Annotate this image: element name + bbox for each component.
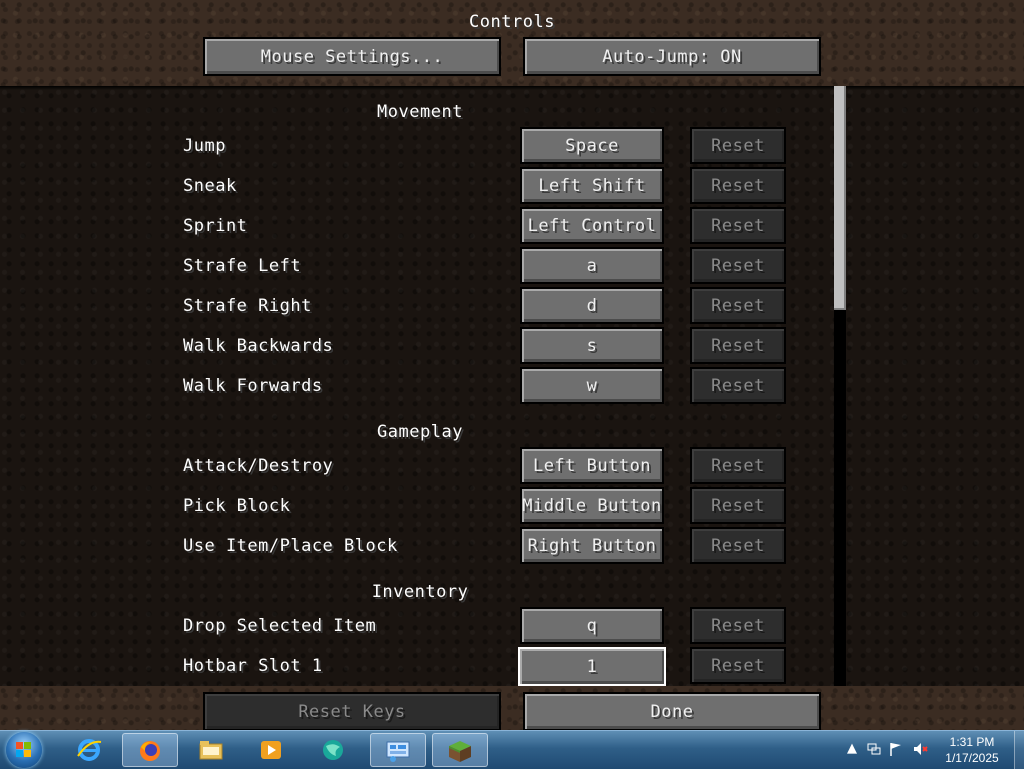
file-explorer-icon bbox=[199, 741, 223, 760]
key-bindings-list[interactable]: Movement Jump Space Reset Sneak Left Shift Res… bbox=[0, 86, 1024, 686]
keybind-label-drop-selected-item: Drop Selected Item bbox=[183, 616, 377, 636]
reset-button-sprint[interactable]: Reset bbox=[690, 207, 786, 244]
taskbar-app-control-panel[interactable] bbox=[370, 733, 426, 767]
clock-date: 1/17/2025 bbox=[945, 751, 999, 765]
keybind-label-walk-backwards: Walk Backwards bbox=[183, 336, 334, 356]
reset-button-hotbar-slot-1[interactable]: Reset bbox=[690, 647, 786, 684]
taskbar-app-minecraft[interactable] bbox=[432, 733, 488, 767]
globe-app-icon bbox=[323, 740, 343, 760]
keybind-button-use-item-place-block[interactable]: Right Button bbox=[520, 527, 664, 564]
media-player-icon bbox=[261, 741, 281, 759]
keybind-label-strafe-left: Strafe Left bbox=[183, 256, 302, 276]
reset-button-strafe-right[interactable]: Reset bbox=[690, 287, 786, 324]
reset-button-strafe-left[interactable]: Reset bbox=[690, 247, 786, 284]
firefox-icon bbox=[140, 741, 160, 761]
action-center-flag-icon[interactable] bbox=[888, 741, 904, 757]
show-hidden-icons-icon[interactable]: ▲ bbox=[844, 741, 860, 757]
taskbar-app-ie[interactable] bbox=[62, 733, 118, 767]
keybind-button-sneak[interactable]: Left Shift bbox=[520, 167, 664, 204]
keybind-label-sprint: Sprint bbox=[183, 216, 248, 236]
reset-button-attack-destroy[interactable]: Reset bbox=[690, 447, 786, 484]
keybind-label-use-item-place-block: Use Item/Place Block bbox=[183, 536, 398, 556]
keybind-button-attack-destroy[interactable]: Left Button bbox=[520, 447, 664, 484]
section-header-movement: Movement bbox=[377, 102, 463, 122]
reset-button-pick-block[interactable]: Reset bbox=[690, 487, 786, 524]
keybind-label-pick-block: Pick Block bbox=[183, 496, 291, 516]
keybind-label-strafe-right: Strafe Right bbox=[183, 296, 312, 316]
minecraft-icon bbox=[449, 741, 471, 762]
clock-time: 1:31 PM bbox=[949, 735, 995, 749]
taskbar-app-globe[interactable] bbox=[306, 733, 362, 767]
section-header-gameplay: Gameplay bbox=[377, 422, 463, 442]
taskbar-app-explorer[interactable] bbox=[184, 733, 240, 767]
reset-button-walk-backwards[interactable]: Reset bbox=[690, 327, 786, 364]
keybind-button-jump[interactable]: Space bbox=[520, 127, 664, 164]
reset-button-drop-selected-item[interactable]: Reset bbox=[690, 607, 786, 644]
control-panel-icon bbox=[386, 741, 410, 762]
section-header-inventory: Inventory bbox=[371, 582, 469, 602]
keybind-label-jump: Jump bbox=[183, 136, 226, 156]
keybind-button-walk-backwards[interactable]: s bbox=[520, 327, 664, 364]
reset-button-use-item-place-block[interactable]: Reset bbox=[690, 527, 786, 564]
windows-logo-icon bbox=[16, 742, 32, 758]
keybind-button-strafe-right[interactable]: d bbox=[520, 287, 664, 324]
reset-button-walk-forwards[interactable]: Reset bbox=[690, 367, 786, 404]
footer-background bbox=[0, 686, 1024, 730]
reset-keys-button[interactable]: Reset Keys bbox=[203, 692, 501, 731]
auto-jump-toggle-button[interactable]: Auto-Jump: ON bbox=[523, 37, 821, 76]
keybind-button-strafe-left[interactable]: a bbox=[520, 247, 664, 284]
keybind-button-walk-forwards[interactable]: w bbox=[520, 367, 664, 404]
keybind-button-pick-block[interactable]: Middle Button bbox=[520, 487, 664, 524]
keybind-label-hotbar-slot-1: Hotbar Slot 1 bbox=[183, 656, 323, 676]
show-desktop-button[interactable] bbox=[1014, 731, 1024, 769]
page-title: Controls bbox=[469, 12, 555, 32]
taskbar-app-firefox[interactable] bbox=[122, 733, 178, 767]
keybind-button-sprint[interactable]: Left Control bbox=[520, 207, 664, 244]
keybind-button-drop-selected-item[interactable]: q bbox=[520, 607, 664, 644]
reset-button-jump[interactable]: Reset bbox=[690, 127, 786, 164]
internet-explorer-icon bbox=[77, 739, 102, 761]
keybind-button-hotbar-slot-1[interactable]: 1 bbox=[518, 647, 666, 686]
mouse-settings-button[interactable]: Mouse Settings... bbox=[203, 37, 501, 76]
done-button[interactable]: Done bbox=[523, 692, 821, 731]
scrollbar-thumb[interactable] bbox=[834, 86, 846, 310]
network-icon[interactable] bbox=[866, 741, 882, 757]
start-button[interactable] bbox=[6, 732, 42, 768]
reset-button-sneak[interactable]: Reset bbox=[690, 167, 786, 204]
windows-taskbar: ▲ 1:31 PM 1/17/2025 bbox=[0, 730, 1024, 769]
taskbar-clock[interactable]: 1:31 PM 1/17/2025 bbox=[926, 734, 1018, 766]
keybind-label-sneak: Sneak bbox=[183, 176, 237, 196]
keybind-label-attack-destroy: Attack/Destroy bbox=[183, 456, 334, 476]
keybind-label-walk-forwards: Walk Forwards bbox=[183, 376, 323, 396]
taskbar-app-media-player[interactable] bbox=[244, 733, 300, 767]
